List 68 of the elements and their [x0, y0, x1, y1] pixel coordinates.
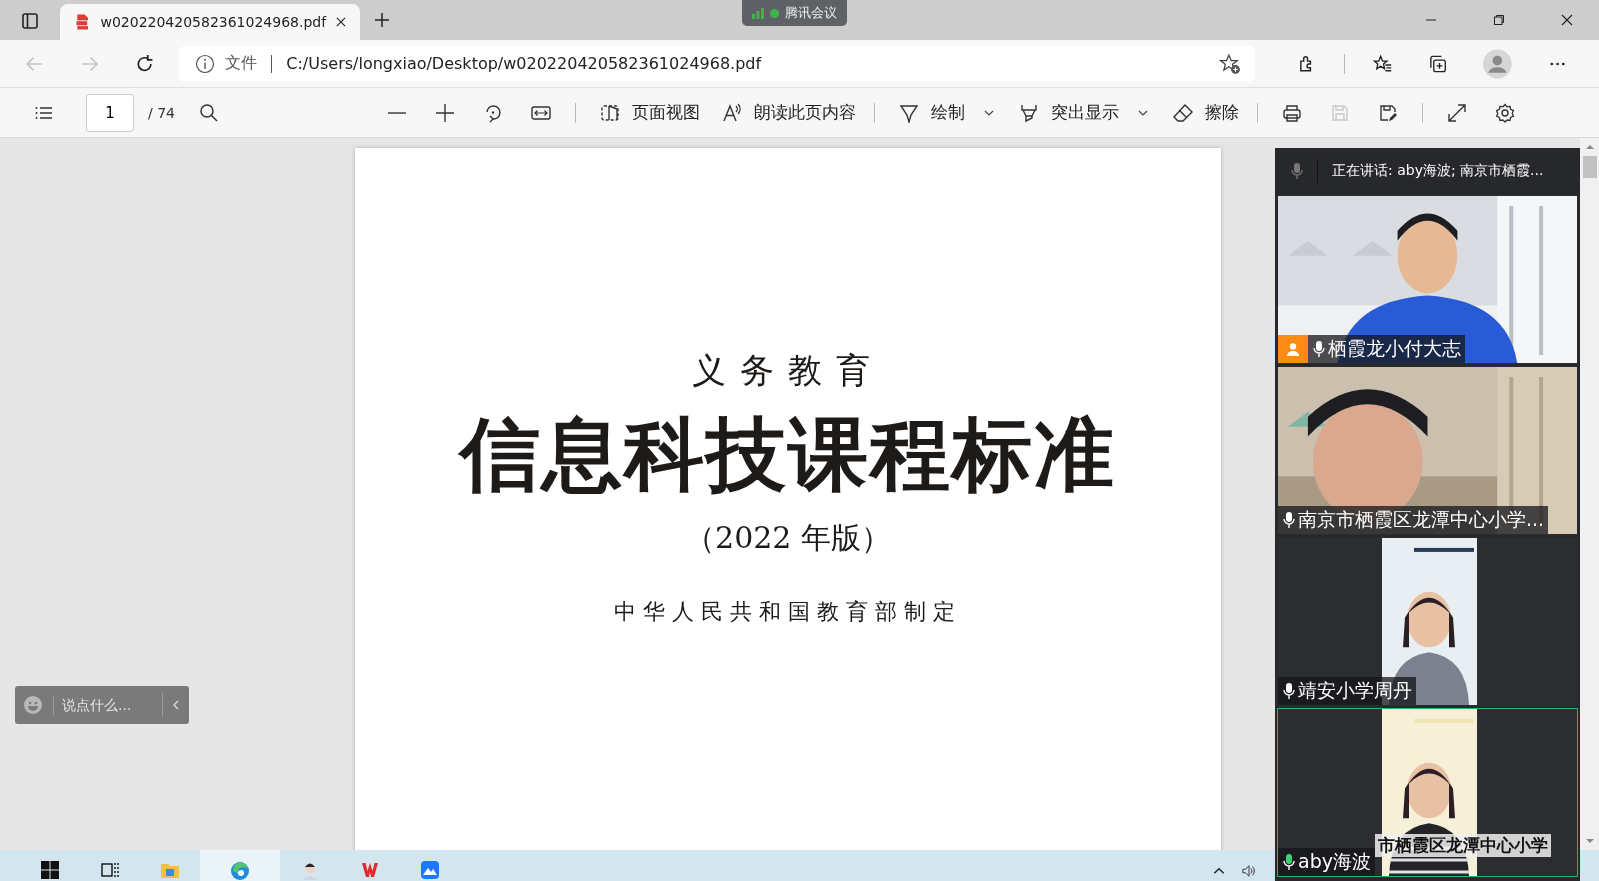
address-prefix: 文件: [225, 53, 258, 74]
meeting-label: 腾讯会议: [785, 4, 837, 22]
address-url: C:/Users/longxiao/Desktop/w020220420582361024968.pdf: [286, 54, 762, 73]
speaking-status: 正在讲话: aby海波; 南京市栖霞...: [1332, 161, 1544, 180]
eraser-icon: [1173, 102, 1193, 123]
status-dot-icon: [770, 8, 779, 18]
meeting-badge[interactable]: 腾讯会议: [742, 0, 847, 26]
toolbar-button[interactable]: 页面视图: [586, 101, 700, 124]
pdf-file-icon: [74, 12, 91, 32]
print-icon[interactable]: [1282, 102, 1302, 123]
address-bar[interactable]: 文件 C:/Users/longxiao/Desktop/w020220420582361024968.pdf: [179, 45, 1255, 82]
participant-name: 靖安小学周丹: [1298, 678, 1412, 703]
document-title: 信息科技课程标准: [460, 406, 1116, 503]
speaker-icon[interactable]: [1242, 864, 1256, 878]
microphone-icon: [1283, 853, 1295, 871]
rotate-icon[interactable]: [483, 102, 503, 123]
profile-avatar-icon[interactable]: [1483, 48, 1512, 79]
close-icon[interactable]: [1561, 14, 1573, 26]
scroll-down-icon[interactable]: [1584, 838, 1595, 844]
microphone-icon: [1313, 340, 1325, 358]
signal-icon: [752, 7, 764, 19]
participant-name: 南京市栖霞区龙潭中心小学...: [1298, 507, 1545, 532]
tab-title: w020220420582361024968.pdf: [100, 14, 327, 30]
scrollbar[interactable]: [1580, 138, 1599, 850]
wps-icon[interactable]: [360, 860, 380, 880]
page-count: / 74: [148, 104, 175, 121]
read-aloud-icon: [722, 102, 742, 123]
favorites-icon[interactable]: [1372, 53, 1392, 74]
restore-icon[interactable]: [1493, 14, 1505, 26]
toolbar-button[interactable]: 突出显示: [1005, 101, 1119, 124]
draw-icon: [899, 102, 919, 123]
chat-bar[interactable]: 说点什么...: [15, 686, 189, 724]
chat-input[interactable]: 说点什么...: [54, 693, 163, 717]
microphone-icon: [1283, 511, 1295, 529]
zoom-in-icon[interactable]: [435, 102, 455, 123]
windows-start-icon[interactable]: [40, 860, 60, 880]
document-edition: （2022 年版）: [685, 519, 891, 557]
participant-name: aby海波: [1298, 849, 1371, 874]
document-issuer: 中华人民共和国教育部制定: [614, 598, 962, 626]
highlighter-icon: [1019, 102, 1039, 123]
microphone-icon: [1283, 682, 1295, 700]
fullscreen-icon[interactable]: [1447, 102, 1467, 123]
page-number-field[interactable]: 1: [86, 93, 134, 132]
microphone-icon[interactable]: [1291, 161, 1303, 180]
collapse-icon[interactable]: [171, 699, 181, 711]
browser-tab[interactable]: w020220420582361024968.pdf: [60, 4, 360, 40]
scroll-up-icon[interactable]: [1584, 144, 1595, 150]
edge-browser-icon[interactable]: [230, 860, 250, 880]
collections-icon[interactable]: [1427, 53, 1447, 74]
add-favorite-icon[interactable]: [1218, 52, 1241, 75]
toolbar-button[interactable]: 擦除: [1159, 101, 1239, 124]
search-icon[interactable]: [199, 102, 219, 123]
save-as-icon[interactable]: [1378, 102, 1398, 123]
caption-text: 市栖霞区龙潭中心小学: [1375, 834, 1551, 857]
new-tab-icon[interactable]: [374, 12, 390, 28]
settings-icon[interactable]: [1495, 102, 1515, 123]
info-icon: [195, 53, 216, 74]
tab-actions-icon[interactable]: [20, 11, 40, 31]
document-subtitle: 义务教育: [692, 349, 884, 392]
participant-name: 栖霞龙小付大志: [1328, 336, 1461, 361]
scroll-thumb[interactable]: [1582, 156, 1597, 178]
toolbar-button[interactable]: 绘制: [885, 101, 965, 124]
close-icon[interactable]: [336, 16, 346, 28]
task-view-icon[interactable]: [100, 860, 120, 880]
toolbar-button[interactable]: 朗读此页内容: [708, 101, 856, 124]
video-tile[interactable]: 靖安小学周丹: [1277, 537, 1578, 706]
meeting-app-icon[interactable]: [420, 860, 440, 880]
page-view-icon: [600, 102, 620, 123]
